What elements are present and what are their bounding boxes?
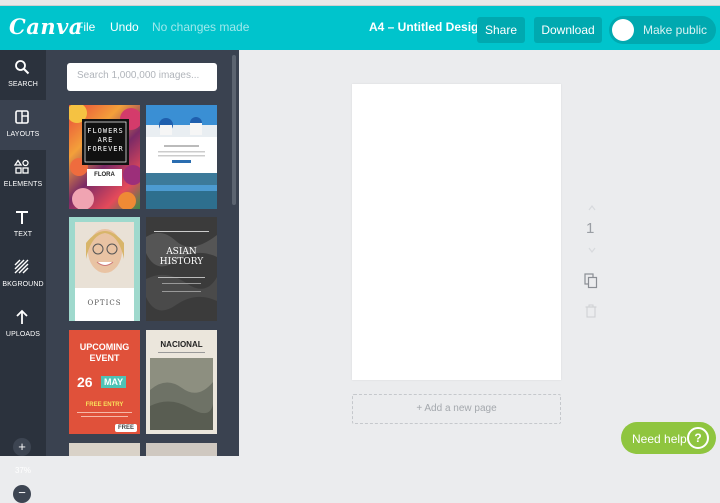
sidebar-item-uploads[interactable]: UPLOADS	[0, 300, 46, 350]
design-page[interactable]	[352, 84, 561, 380]
design-canvas-area: + Add a new page 1	[239, 50, 720, 456]
make-public-toggle[interactable]: Make public	[609, 16, 716, 44]
sidebar-item-elements[interactable]: ELEMENTS	[0, 150, 46, 200]
save-status: No changes made	[152, 20, 250, 34]
asian-history-line-2: HISTORY	[159, 257, 204, 267]
layout-thumbnail-optics[interactable]: OPTICS	[69, 217, 140, 321]
page-number: 1	[586, 220, 595, 237]
sidebar-item-label: ELEMENTS	[3, 181, 43, 188]
document-title[interactable]: A4 – Untitled Design	[369, 20, 486, 34]
layout-thumbnail-santorini[interactable]	[146, 105, 217, 209]
file-menu[interactable]: File	[76, 20, 95, 34]
asian-history-line-1: ASIAN	[166, 247, 197, 257]
event-decoration	[77, 412, 132, 417]
search-icon	[15, 60, 30, 75]
flowers-artwork	[69, 105, 140, 209]
delete-page-icon[interactable]	[585, 304, 597, 318]
sidebar-item-text[interactable]: TEXT	[0, 200, 46, 250]
sidebar-item-search[interactable]: SEARCH	[0, 50, 46, 100]
flowers-line-2: ARE	[97, 136, 114, 144]
flowers-line-3: FOREVER	[87, 145, 124, 153]
sidebar-item-label: SEARCH	[8, 81, 38, 88]
copy-page-icon[interactable]	[584, 273, 598, 289]
layout-thumbnail-flowers[interactable]: FLOWERS ARE FOREVER FLORA	[69, 105, 140, 209]
page-up-icon[interactable]	[588, 204, 596, 212]
zoom-out-button[interactable]: −	[13, 485, 31, 503]
sidebar-item-layouts[interactable]: LAYOUTS	[0, 100, 46, 150]
zoom-in-button[interactable]: +	[13, 438, 31, 456]
zoom-level: 37%	[14, 466, 31, 475]
make-public-label: Make public	[643, 23, 708, 37]
sidebar-item-background[interactable]: BKGROUND	[0, 250, 46, 300]
layouts-panel: Search 1,000,000 images... FLOWERS ARE F…	[46, 50, 239, 456]
asian-history-title: ASIAN HISTORY	[146, 247, 217, 267]
optics-title: OPTICS	[87, 299, 122, 307]
flowers-line-1: FLOWERS	[87, 127, 124, 135]
page-down-icon[interactable]	[588, 246, 596, 254]
sidebar-item-label: BKGROUND	[2, 281, 44, 288]
sidebar-item-label: TEXT	[13, 231, 33, 238]
undo-button[interactable]: Undo	[110, 20, 139, 34]
sidebar-item-label: LAYOUTS	[6, 131, 40, 138]
layouts-icon	[15, 110, 29, 124]
text-icon	[16, 211, 28, 224]
top-toolbar: Canva File Undo No changes made A4 – Unt…	[0, 6, 720, 50]
layout-thumbnail-partial[interactable]	[146, 443, 217, 456]
santorini-artwork	[146, 105, 217, 209]
background-icon	[14, 259, 29, 274]
help-question-icon: ?	[687, 427, 709, 449]
layout-thumbnail-nacional[interactable]: NACIONAL	[146, 330, 217, 434]
flowers-title: FLOWERS ARE FOREVER	[82, 127, 129, 154]
add-page-button[interactable]: + Add a new page	[352, 394, 561, 424]
flowers-subtitle: FLORA	[94, 172, 115, 178]
asian-history-artwork	[146, 217, 217, 321]
sidebar-item-label: UPLOADS	[5, 331, 41, 338]
upload-icon	[16, 309, 28, 324]
need-help-label: Need help	[632, 432, 687, 446]
image-search-input[interactable]: Search 1,000,000 images...	[67, 63, 217, 91]
layout-thumbnail-upcoming-event[interactable]: UPCOMING EVENT 26 MAY FREE ENTRY FREE	[69, 330, 140, 434]
elements-icon	[14, 159, 29, 174]
toggle-knob	[612, 19, 634, 41]
canva-logo[interactable]: Canva	[9, 14, 83, 39]
need-help-button[interactable]: Need help ?	[621, 422, 716, 454]
download-button[interactable]: Download	[534, 17, 602, 43]
layout-thumbnail-asian-history[interactable]: ASIAN HISTORY	[146, 217, 217, 321]
panel-scrollbar[interactable]	[232, 55, 236, 205]
nacional-title: NACIONAL	[160, 340, 203, 349]
side-navigation: SEARCH LAYOUTS ELEMENTS TEXT BKGROUND UP…	[0, 50, 46, 503]
layout-thumbnail-partial[interactable]	[69, 443, 140, 456]
free-badge: FREE	[114, 424, 137, 432]
share-button[interactable]: Share	[477, 17, 525, 43]
